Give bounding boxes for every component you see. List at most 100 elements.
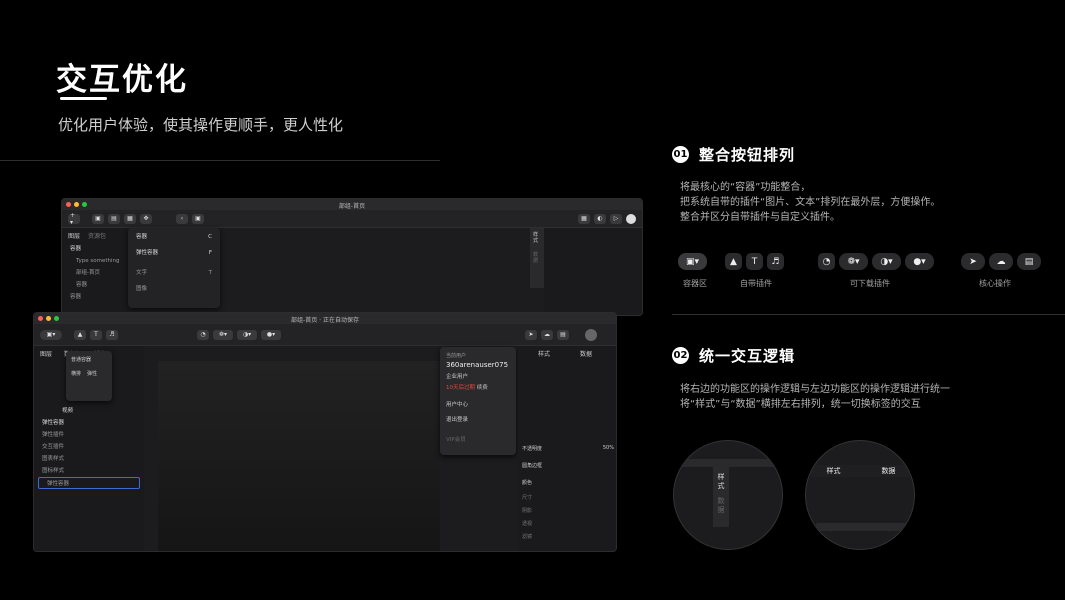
old-vtab-data[interactable]: 数据 (530, 248, 544, 268)
prop-opacity[interactable]: 不透明度 50% (518, 443, 616, 454)
old-props-panel (544, 228, 642, 315)
right-tabs: 样式 数据 (518, 346, 616, 361)
tab-layers[interactable]: 图层 (40, 349, 52, 358)
text-icon[interactable]: T (746, 253, 763, 270)
avatar[interactable] (585, 328, 597, 341)
tab-style[interactable]: 样式 (538, 349, 550, 358)
old-tool-9[interactable]: ▷ (610, 213, 622, 224)
layer-item-selected[interactable]: 弹性容器 (38, 477, 140, 489)
old-tree-item[interactable]: 容器 (62, 279, 128, 291)
old-window-title: 部组-首页 (338, 203, 366, 210)
container-group: ▣▾ (678, 253, 707, 270)
popup-flex[interactable]: 弹性 (87, 370, 97, 377)
design-canvas[interactable] (158, 361, 440, 551)
menu-item-text[interactable]: 文字 T (128, 267, 220, 279)
plugin-c-icon[interactable]: ◑▾ (872, 253, 901, 270)
layer-item[interactable]: 图表样式 (34, 453, 144, 465)
group-label-core: 核心操作 (979, 279, 1011, 288)
plugin-c-icon[interactable]: ◑▾ (237, 329, 257, 340)
old-tool-7[interactable]: ▦ (578, 213, 590, 224)
image-icon[interactable]: ▲ (725, 253, 742, 270)
section-1-number: 01 (672, 146, 689, 163)
plugin-a-icon[interactable]: ◔ (818, 253, 835, 270)
cloud-icon[interactable]: ☁ (541, 329, 553, 340)
old-tool-3[interactable]: ▦ (124, 213, 136, 224)
prop-color[interactable]: 颜色 (518, 471, 616, 488)
section-2-title: 统一交互逻辑 (699, 347, 796, 365)
old-tool-4[interactable]: ✥ (140, 213, 152, 224)
old-layer-panel: 图层 资源包 容器 Type something 部组-首页 容器 容器 (62, 228, 128, 315)
old-window-titlebar: 部组-首页 (62, 199, 642, 210)
layer-item[interactable]: 弹性容器 (34, 417, 144, 429)
preview-icon[interactable]: ➤ (961, 253, 985, 270)
old-avatar[interactable] (626, 213, 636, 224)
user-center-item[interactable]: 用户中心 (440, 391, 516, 411)
menu-item-image[interactable]: 图像 (128, 283, 220, 295)
logout-item[interactable]: 退出登录 (440, 411, 516, 427)
popup-normal-container[interactable]: 普通容器 (66, 351, 112, 368)
publish-icon[interactable]: ▤ (1017, 253, 1041, 270)
image-icon[interactable]: ▲ (74, 329, 86, 340)
layer-item[interactable]: 图标样式 (34, 465, 144, 477)
user-label: 当前用户 (446, 353, 467, 359)
plugin-a-icon[interactable]: ◔ (197, 329, 209, 340)
old-tree-item[interactable]: 容器 (62, 243, 128, 255)
old-tree-item[interactable]: 容器 (62, 291, 128, 303)
old-tool-5[interactable]: ‹ (176, 213, 188, 224)
prop-border[interactable]: 圆角边框 (518, 454, 616, 471)
prop-size[interactable]: 尺寸 (518, 488, 616, 503)
toolbar-groups-demo: ▣▾ 容器区 ▲ T ♬ 自带插件 ◔ ❁▾ ◑▾ ●▾ 可下载插件 ➤ ☁ ▤… (678, 253, 1041, 293)
container-icon[interactable]: ▣▾ (678, 253, 707, 270)
menu-item-flex[interactable]: 弹性容器 F (128, 247, 220, 259)
prop-shadow[interactable]: 阴影 (518, 503, 616, 516)
old-tool-2[interactable]: ▤ (108, 213, 120, 224)
old-tree-item[interactable]: Type something (62, 255, 128, 267)
plugin-d-icon[interactable]: ●▾ (905, 253, 934, 270)
renew-link[interactable]: 续费 (477, 385, 488, 391)
new-window-titlebar: 部组-首页 · 正在自动保存 (34, 313, 616, 324)
new-window-title: 部组-首页 · 正在自动保存 (291, 317, 359, 324)
old-tab-assets[interactable]: 资源包 (88, 231, 106, 240)
layer-item[interactable]: 视频 (34, 405, 144, 417)
plugin-b-icon[interactable]: ❁▾ (213, 329, 233, 340)
container-icon[interactable]: ▣▾ (40, 329, 62, 340)
old-tool-8[interactable]: ◐ (594, 213, 606, 224)
page-subtitle: 优化用户体验，使其操作更顺手，更人性化 (58, 116, 344, 134)
cloud-icon[interactable]: ☁ (989, 253, 1013, 270)
audio-icon[interactable]: ♬ (106, 329, 118, 340)
vip-item[interactable]: VIP会员 (440, 427, 516, 451)
plugin-b-icon[interactable]: ❁▾ (839, 253, 868, 270)
preview-icon[interactable]: ➤ (525, 329, 537, 340)
tab-data[interactable]: 数据 (580, 349, 592, 358)
zoom-tab-style[interactable]: 样式 (827, 466, 841, 476)
old-insert-menu: 容器 C 弹性容器 F 文字 T 图像 (128, 228, 220, 308)
prop-filter[interactable]: 滤镜 (518, 529, 616, 542)
old-vertical-tabs: 样式 数据 (530, 228, 544, 288)
old-tree-item[interactable]: 部组-首页 (62, 267, 128, 279)
core-action-group: ➤ ☁ ▤ (961, 253, 1041, 270)
old-tab-layers[interactable]: 图层 (68, 231, 80, 240)
menu-item-container[interactable]: 容器 C (128, 231, 220, 243)
text-icon[interactable]: T (90, 329, 102, 340)
section-1-description: 将最核心的“容器”功能整合， 把系统自带的插件“图片、文本”排列在最外层，方便操… (680, 182, 941, 223)
zoom-tab-data[interactable]: 数据 (882, 466, 896, 476)
title-underline (60, 97, 107, 100)
divider-left (0, 160, 440, 161)
popup-horizontal[interactable]: 横排 (71, 370, 81, 377)
new-editor-window: 部组-首页 · 正在自动保存 ▣▾ ▲ T ♬ ◔ ❁▾ ◑▾ ●▾ ➤ ☁ ▤… (33, 312, 617, 552)
layer-item[interactable]: 弹性插件 (34, 429, 144, 441)
user-type: 企业用户 (446, 374, 469, 380)
publish-icon[interactable]: ▤ (557, 329, 569, 340)
builtin-plugin-group: ▲ T ♬ (725, 253, 784, 270)
old-add-button[interactable]: + ▾ (68, 212, 80, 226)
old-tool-6[interactable]: ▣ (192, 213, 204, 224)
section-2-number: 02 (672, 347, 689, 364)
audio-icon[interactable]: ♬ (767, 253, 784, 270)
container-popup: 普通容器 横排 弹性 (66, 351, 112, 401)
old-tool-1[interactable]: ▣ (92, 213, 104, 224)
old-vtab-style[interactable]: 样式 (530, 228, 544, 248)
plugin-d-icon[interactable]: ●▾ (261, 329, 281, 340)
prop-perspective[interactable]: 透视 (518, 516, 616, 529)
layer-item[interactable]: 交互插件 (34, 441, 144, 453)
group-label-download: 可下载插件 (850, 279, 890, 288)
